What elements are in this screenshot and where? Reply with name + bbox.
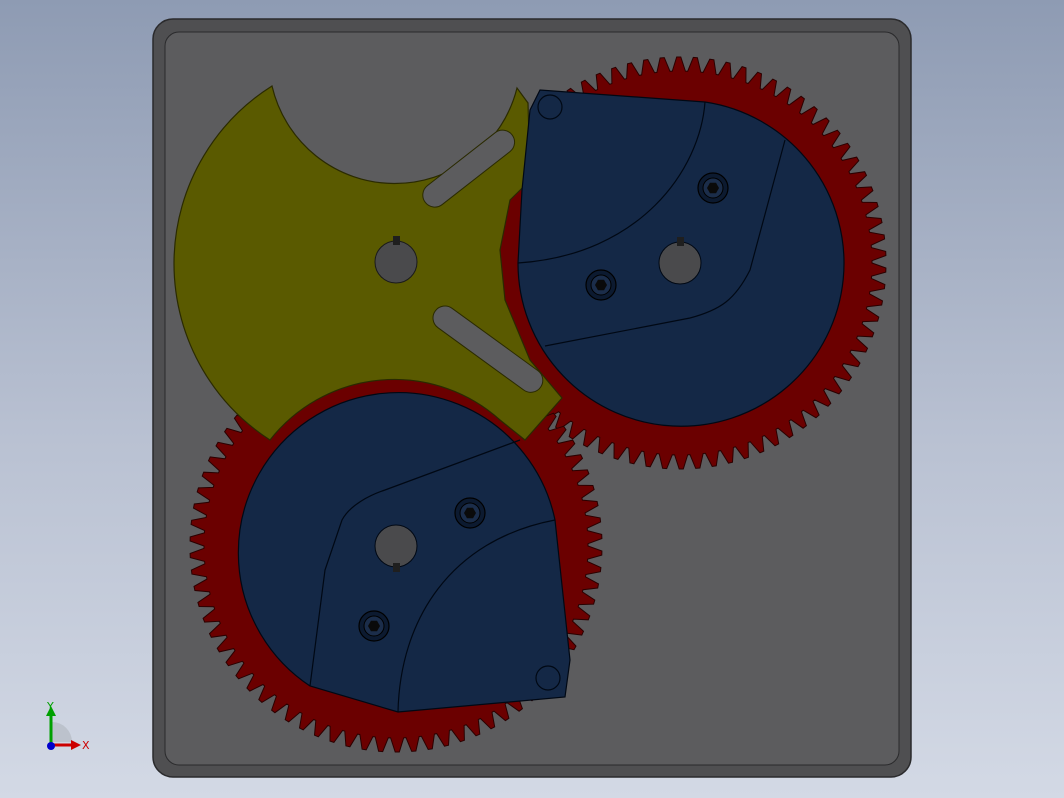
- graphics-viewport[interactable]: Y X: [0, 0, 1064, 798]
- hex-socket-bolt-icon[interactable]: [454, 497, 486, 529]
- cam-bore-keyway: [393, 236, 400, 245]
- hex-socket-bolt-icon[interactable]: [697, 172, 729, 204]
- assembly-model[interactable]: [0, 0, 1064, 798]
- hex-socket-bolt-icon[interactable]: [358, 610, 390, 642]
- disc-right-keyway: [677, 237, 684, 246]
- disc-left-keyway: [393, 563, 400, 572]
- disc-right-pin: [537, 94, 563, 120]
- disc-left-bore: [374, 524, 418, 568]
- disc-left-pin: [535, 665, 561, 691]
- disc-right-bore: [658, 241, 702, 285]
- cam-bore: [374, 240, 418, 284]
- hex-socket-bolt-icon[interactable]: [585, 269, 617, 301]
